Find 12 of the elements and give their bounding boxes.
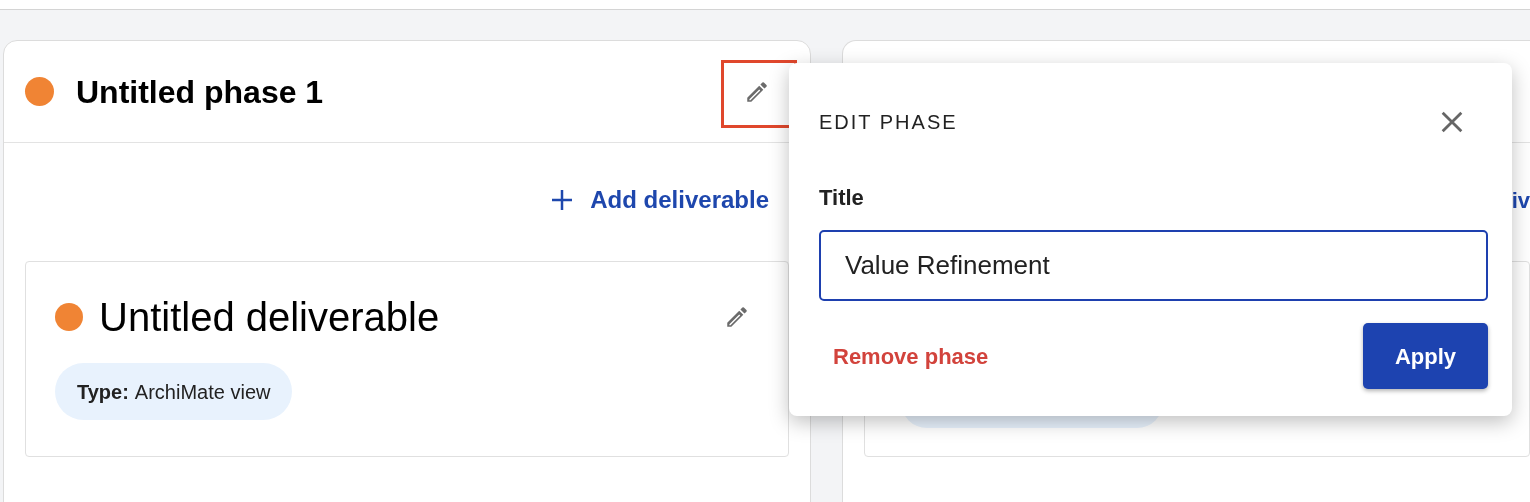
type-chip: Type: ArchiMate view	[55, 363, 293, 420]
remove-phase-button[interactable]: Remove phase	[833, 339, 989, 373]
apply-button[interactable]: Apply	[1363, 323, 1488, 389]
field-label: Title	[819, 184, 865, 212]
title-input[interactable]: Value Refinement	[819, 230, 1488, 301]
add-deliverable-link[interactable]: iv	[1511, 183, 1530, 217]
plus-icon	[550, 188, 575, 212]
edit-icon[interactable]	[724, 304, 750, 330]
phase-title: Untitled phase 1	[76, 72, 324, 112]
popup-heading: EDIT PHASE	[819, 110, 958, 135]
add-deliverable-link[interactable]: Add deliverable	[550, 182, 769, 218]
deliverable-title: Untitled deliverable	[99, 294, 440, 341]
